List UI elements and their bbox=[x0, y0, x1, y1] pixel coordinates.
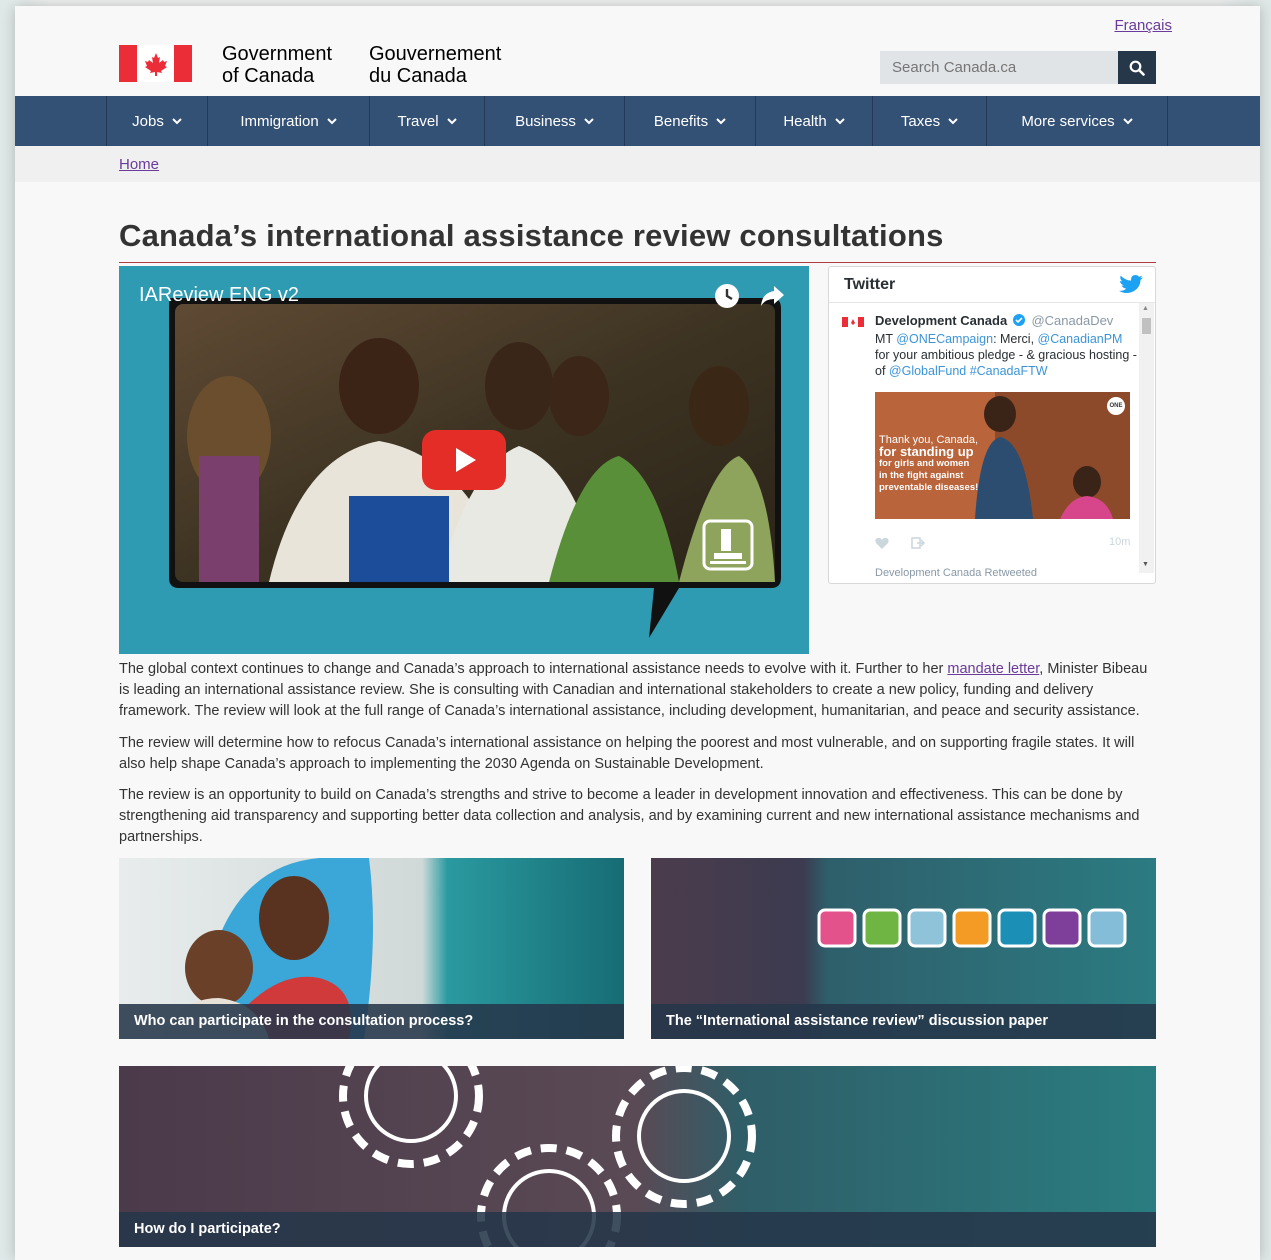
tweet-author[interactable]: Development Canada @CanadaDev bbox=[875, 313, 1113, 328]
twitter-timeline: Development Canada @CanadaDev MT @ONECam… bbox=[829, 303, 1155, 583]
video-player[interactable]: IAReview ENG v2 bbox=[119, 266, 809, 654]
twitter-header: Twitter bbox=[829, 267, 1155, 303]
government-signature-fr: Gouvernement du Canada bbox=[369, 43, 502, 87]
chevron-down-icon bbox=[948, 118, 958, 125]
menu-item-immigration[interactable]: Immigration bbox=[207, 96, 369, 146]
hashtag-canadaftw-link[interactable]: #CanadaFTW bbox=[966, 364, 1048, 378]
language-toggle-link[interactable]: Français bbox=[1100, 17, 1172, 34]
who-can-participate-card[interactable]: Who can participate in the consultation … bbox=[119, 858, 624, 1039]
menu-item-health[interactable]: Health bbox=[755, 96, 872, 146]
next-tweet-preview: Development Canada Retweeted bbox=[875, 567, 1038, 579]
breadcrumb: Home bbox=[15, 146, 1260, 182]
play-icon[interactable] bbox=[422, 430, 506, 490]
canada-flag-logo bbox=[119, 45, 192, 82]
menu-item-business[interactable]: Business bbox=[484, 96, 624, 146]
one-badge: ONE bbox=[1107, 397, 1125, 415]
chevron-down-icon bbox=[716, 118, 726, 125]
chevron-down-icon bbox=[326, 118, 337, 125]
development-canada-avatar bbox=[842, 317, 864, 327]
chevron-down-icon bbox=[1122, 118, 1133, 125]
page-frame: Français Government of Canada Gouverneme… bbox=[15, 6, 1260, 1260]
video-title: IAReview ENG v2 bbox=[139, 284, 300, 306]
search-button[interactable] bbox=[1118, 51, 1156, 84]
discussion-paper-card[interactable]: The “International assistance review” di… bbox=[651, 858, 1156, 1039]
twitter-widget: Twitter Development Canada @CanadaDev MT… bbox=[828, 266, 1156, 584]
twitter-scrollbar[interactable]: ▲ ▼ bbox=[1139, 303, 1154, 573]
chevron-down-icon bbox=[584, 118, 594, 125]
verified-badge-icon bbox=[1012, 314, 1025, 326]
chevron-down-icon bbox=[446, 118, 457, 125]
breadcrumb-home-link[interactable]: Home bbox=[119, 156, 159, 173]
clock-icon[interactable] bbox=[714, 283, 740, 309]
share-icon[interactable] bbox=[759, 284, 785, 308]
mention-canadianpm-link[interactable]: @CanadianPM bbox=[1038, 332, 1123, 346]
tweet-image[interactable]: ONE Thank you, Canada, for standing up f… bbox=[875, 392, 1130, 519]
scrollbar-thumb[interactable] bbox=[1142, 318, 1151, 334]
mention-globalfund-link[interactable]: @GlobalFund bbox=[889, 364, 966, 378]
tweet-time: 10m bbox=[1109, 536, 1131, 548]
like-heart-icon[interactable] bbox=[875, 537, 889, 549]
intro-paragraph: The global context continues to change a… bbox=[119, 661, 1148, 719]
card-caption: Who can participate in the consultation … bbox=[119, 1004, 624, 1039]
menu-item-taxes[interactable]: Taxes bbox=[872, 96, 986, 146]
card-caption: How do I participate? bbox=[119, 1212, 1156, 1247]
gavel-icon bbox=[702, 519, 754, 571]
opportunity-paragraph: The review is an opportunity to build on… bbox=[119, 787, 1140, 845]
search-icon bbox=[1129, 60, 1145, 76]
how-to-participate-card[interactable]: How do I participate? bbox=[119, 1066, 1156, 1247]
mandate-letter-link[interactable]: mandate letter bbox=[947, 661, 1039, 677]
main-menu: Jobs Immigration Travel Business Benefit… bbox=[15, 96, 1260, 146]
twitter-title: Twitter bbox=[844, 276, 896, 293]
site-search bbox=[880, 51, 1156, 84]
menu-item-more-services[interactable]: More services bbox=[986, 96, 1168, 146]
share-tweet-icon[interactable] bbox=[911, 537, 925, 549]
maple-leaf-icon bbox=[144, 52, 167, 76]
tweet-image-text: Thank you, Canada, for standing up for g… bbox=[879, 434, 979, 493]
twitter-bird-icon[interactable] bbox=[1119, 275, 1143, 295]
menu-item-travel[interactable]: Travel bbox=[369, 96, 484, 146]
chevron-down-icon bbox=[172, 118, 182, 125]
scroll-up-icon[interactable]: ▲ bbox=[1142, 305, 1149, 312]
scroll-down-icon[interactable]: ▼ bbox=[1142, 561, 1149, 568]
tweet-handle: @CanadaDev bbox=[1031, 313, 1114, 328]
government-signature-en: Government of Canada bbox=[222, 43, 333, 87]
review-purpose-paragraph: The review will determine how to refocus… bbox=[119, 735, 1135, 772]
menu-item-benefits[interactable]: Benefits bbox=[624, 96, 755, 146]
menu-item-jobs[interactable]: Jobs bbox=[106, 96, 207, 146]
tweet-text: MT @ONECampaign: Merci, @CanadianPM for … bbox=[875, 332, 1137, 378]
search-input[interactable] bbox=[880, 51, 1118, 84]
mention-onecampaign-link[interactable]: @ONECampaign bbox=[896, 332, 993, 346]
card-caption: The “International assistance review” di… bbox=[651, 1004, 1156, 1039]
chevron-down-icon bbox=[834, 118, 845, 125]
page-title: Canada’s international assistance review… bbox=[119, 218, 1156, 263]
